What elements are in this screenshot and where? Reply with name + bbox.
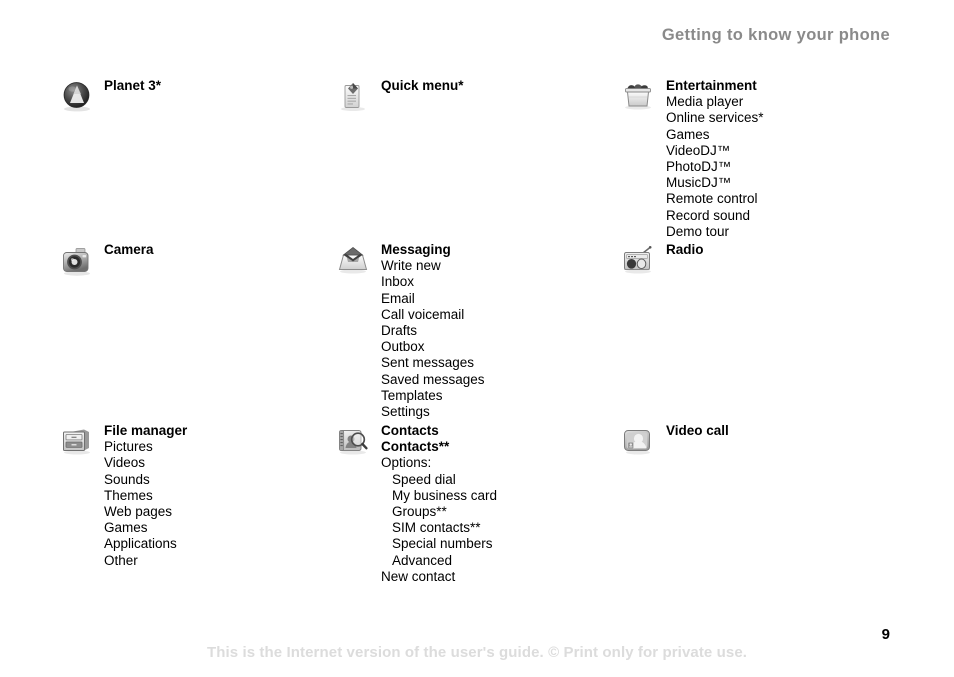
menu-item[interactable]: New contact [381,569,497,585]
entertainment-icon [619,78,657,114]
menu-item[interactable]: Outbox [381,339,485,355]
menu-item[interactable]: Web pages [104,504,187,520]
quick-menu-icon [334,78,372,114]
menu-item[interactable]: Special numbers [381,536,497,552]
menu-item[interactable]: MusicDJ™ [666,175,764,191]
menu-group-text: Entertainment Media player Online servic… [666,78,764,240]
messaging-icon [334,242,372,278]
menu-item[interactable]: Games [104,520,187,536]
menu-group-title[interactable]: Planet 3* [104,78,161,94]
menu-item[interactable]: Saved messages [381,372,485,388]
menu-group-title[interactable]: Camera [104,242,154,258]
menu-group-contacts: Contacts Contacts** Options: Speed dial … [334,423,497,585]
menu-group-planet-3: Planet 3* [58,78,161,112]
menu-item[interactable]: Videos [104,455,187,471]
menu-item[interactable]: SIM contacts** [381,520,497,536]
menu-item[interactable]: Pictures [104,439,187,455]
menu-group-video-call: Video call [619,423,729,455]
menu-item[interactable]: Settings [381,404,485,420]
menu-item[interactable]: Applications [104,536,187,552]
menu-group-title[interactable]: File manager [104,423,187,439]
menu-group-camera: Camera [58,242,154,276]
planet-icon [58,78,96,114]
menu-group-text: Quick menu* [381,78,464,94]
menu-group-quick-menu: Quick menu* [334,78,464,111]
menu-group-title[interactable]: Entertainment [666,78,764,94]
menu-group-title[interactable]: Video call [666,423,729,439]
menu-item[interactable]: Drafts [381,323,485,339]
menu-group-title[interactable]: Messaging [381,242,485,258]
camera-icon [58,242,96,278]
menu-item[interactable]: Record sound [666,208,764,224]
menu-item[interactable]: Online services* [666,110,764,126]
menu-item[interactable]: Remote control [666,191,764,207]
manual-page: Getting to know your phone Planet 3* Cam… [0,0,954,677]
menu-group-file-manager: File manager Pictures Videos Sounds Them… [58,423,187,569]
menu-group-text: Messaging Write new Inbox Email Call voi… [381,242,485,420]
menu-item[interactable]: Other [104,553,187,569]
menu-item[interactable]: Sounds [104,472,187,488]
menu-item[interactable]: Write new [381,258,485,274]
menu-item-options-label: Options: [381,455,432,471]
menu-item[interactable]: Sent messages [381,355,485,371]
menu-item[interactable]: Groups** [381,504,497,520]
menu-group-title[interactable]: Contacts [381,423,497,439]
page-number: 9 [881,626,890,643]
menu-item[interactable]: My business card [381,488,497,504]
footer-note: This is the Internet version of the user… [206,644,748,661]
menu-group-radio: Radio [619,242,704,274]
menu-item[interactable]: Call voicemail [381,307,485,323]
menu-group-text: Video call [666,423,729,439]
menu-item[interactable]: Media player [666,94,764,110]
radio-icon [619,242,657,278]
menu-item[interactable]: VideoDJ™ [666,143,764,159]
menu-item[interactable]: PhotoDJ™ [666,159,764,175]
menu-item[interactable]: Themes [104,488,187,504]
menu-group-text: Planet 3* [104,78,161,94]
menu-group-title[interactable]: Quick menu* [381,78,464,94]
menu-item[interactable]: Templates [381,388,485,404]
menu-group-text: File manager Pictures Videos Sounds Them… [104,423,187,569]
menu-group-entertainment: Entertainment Media player Online servic… [619,78,764,240]
menu-columns: Planet 3* Camera File manager Pictures V… [0,0,954,600]
menu-item[interactable]: Advanced [381,553,497,569]
menu-item[interactable]: Speed dial [381,472,497,488]
menu-group-messaging: Messaging Write new Inbox Email Call voi… [334,242,485,420]
menu-subtitle[interactable]: Contacts** [381,439,497,455]
menu-item[interactable]: Inbox [381,274,485,290]
file-manager-icon [58,423,96,459]
contacts-icon [334,423,372,459]
menu-item[interactable]: Email [381,291,485,307]
menu-group-text: Radio [666,242,704,258]
menu-item[interactable]: Games [666,127,764,143]
video-call-icon [619,423,657,459]
menu-group-text: Camera [104,242,154,258]
menu-item[interactable]: Demo tour [666,224,764,240]
menu-group-text: Contacts Contacts** Options: Speed dial … [381,423,497,585]
menu-group-title[interactable]: Radio [666,242,704,258]
